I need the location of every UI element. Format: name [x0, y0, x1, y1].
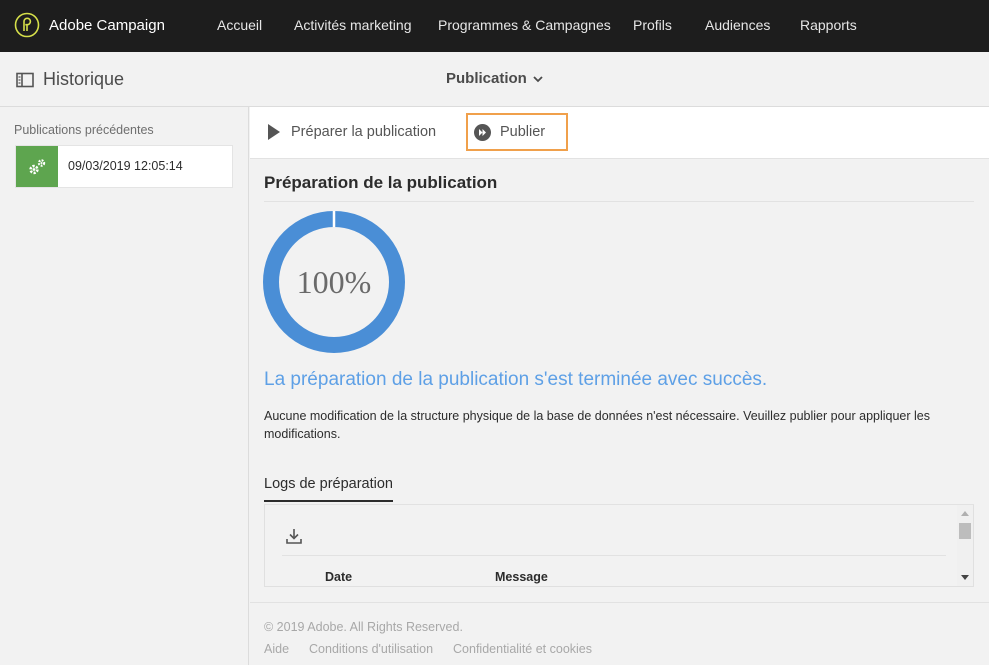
publication-date: 09/03/2019 12:05:14 — [68, 159, 183, 173]
footer-divider — [250, 602, 989, 603]
scroll-down-arrow-icon[interactable] — [961, 575, 969, 580]
progress-percentage: 100% — [296, 263, 372, 300]
footer-link-conditions[interactable]: Conditions d'utilisation — [309, 642, 433, 656]
brand[interactable]: Adobe Campaign — [14, 12, 165, 38]
history-toggle[interactable]: Historique — [16, 69, 124, 90]
column-header-message[interactable]: Message — [495, 570, 548, 584]
copyright: © 2019 Adobe. All Rights Reserved. — [264, 620, 463, 634]
section-title: Préparation de la publication — [264, 173, 498, 192]
success-message: La préparation de la publication s'est t… — [264, 369, 768, 390]
column-header-date[interactable]: Date — [325, 570, 352, 584]
top-navigation-bar: Adobe Campaign Accueil Activités marketi… — [0, 0, 989, 52]
nav-item-accueil[interactable]: Accueil — [217, 17, 262, 33]
history-panel-icon — [16, 72, 34, 87]
play-icon — [268, 124, 280, 140]
publication-history-item[interactable]: 09/03/2019 12:05:14 — [15, 145, 233, 188]
footer-link-aide[interactable]: Aide — [264, 642, 289, 656]
previous-publications-title: Publications précédentes — [14, 123, 154, 137]
sub-header: Historique Publication — [0, 52, 989, 107]
adobe-campaign-logo-icon — [14, 12, 40, 38]
publication-status-badge — [16, 146, 58, 187]
prepare-publication-button[interactable]: Préparer la publication — [267, 123, 436, 141]
nav-item-programmes-campagnes[interactable]: Programmes & Campagnes — [438, 17, 611, 33]
publication-dropdown[interactable]: Publication — [446, 70, 544, 87]
fast-forward-icon — [474, 123, 491, 141]
publication-dropdown-label: Publication — [446, 70, 527, 87]
history-label: Historique — [43, 69, 125, 89]
footer-link-confidentialite[interactable]: Confidentialité et cookies — [453, 642, 592, 656]
main-content: Préparer la publication Publier Préparat… — [250, 107, 989, 665]
nav-item-activites-marketing[interactable]: Activités marketing — [294, 17, 411, 33]
publish-button[interactable]: Publier — [466, 113, 568, 151]
download-icon[interactable] — [285, 527, 303, 545]
chevron-down-icon — [533, 75, 543, 82]
publish-label: Publier — [500, 124, 546, 140]
scroll-thumb[interactable] — [959, 523, 971, 539]
scroll-up-arrow-icon[interactable] — [961, 511, 969, 516]
prepare-publication-label: Préparer la publication — [291, 124, 437, 140]
logs-separator — [282, 555, 946, 556]
logs-table: Date Message — [264, 505, 974, 587]
footer-links: Aide Conditions d'utilisation Confidenti… — [264, 642, 612, 656]
nav-item-rapports[interactable]: Rapports — [800, 17, 857, 33]
gears-icon — [29, 158, 46, 174]
nav-item-profils[interactable]: Profils — [633, 17, 672, 33]
action-bar: Préparer la publication Publier — [250, 107, 989, 159]
section-divider — [264, 201, 974, 202]
info-message: Aucune modification de la structure phys… — [264, 409, 931, 441]
nav-item-audiences[interactable]: Audiences — [705, 17, 770, 33]
logs-scrollbar[interactable] — [957, 505, 973, 586]
history-panel: Publications précédentes 09/03/2019 12:0… — [0, 107, 249, 665]
tab-logs-preparation[interactable]: Logs de préparation — [264, 476, 393, 502]
brand-name: Adobe Campaign — [49, 16, 165, 34]
